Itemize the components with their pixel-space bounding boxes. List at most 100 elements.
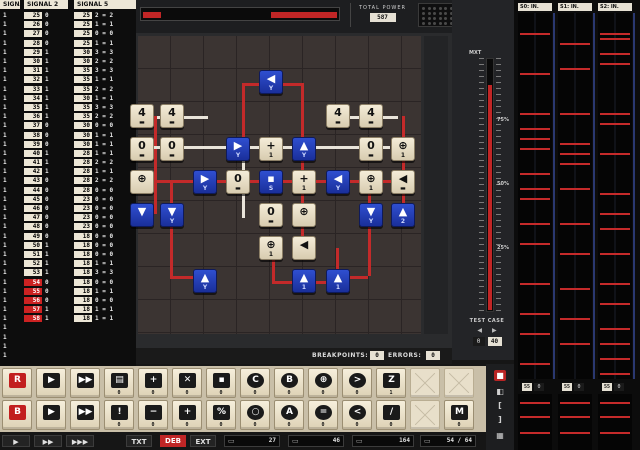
arrow-tile[interactable]: ▲ 1 <box>292 269 316 293</box>
palette-instruction[interactable]: +0 <box>138 368 168 398</box>
palette-instruction[interactable]: B <box>2 400 32 430</box>
arrow-tile[interactable]: ◀ Y <box>326 170 350 194</box>
stop-icon[interactable]: ■ <box>494 370 506 381</box>
bracket-icon[interactable]: [ <box>494 400 506 411</box>
palette-instruction[interactable]: ! 0 <box>104 400 134 430</box>
meter-fill-right <box>271 12 337 18</box>
palette-instruction[interactable]: M0 <box>444 400 474 430</box>
grid-icon[interactable]: ▦ <box>494 430 506 441</box>
instruction-tile[interactable]: ⊕ <box>130 170 154 194</box>
palette-instruction[interactable]: >0 <box>342 368 372 398</box>
signal-row: 1 <box>0 287 20 296</box>
instruction-tile[interactable]: ⊕ 1 <box>259 236 283 260</box>
signal-row: 28 0 = 0 <box>74 186 136 195</box>
palette-instruction[interactable]: ▶ <box>36 400 66 430</box>
arrow-tile[interactable]: ▲ Y <box>292 137 316 161</box>
signal-row: 23 0 = 0 <box>74 204 136 213</box>
arrow-tile[interactable]: ▼ Y <box>160 203 184 227</box>
tile-glyph: 0 <box>168 139 176 152</box>
scope-mark <box>560 288 590 290</box>
deb-button[interactable]: DEB <box>160 435 186 447</box>
instruction-tile[interactable]: ⊕ <box>292 203 316 227</box>
fastest-button[interactable]: ▶▶▶ <box>66 435 94 447</box>
tile-value: Y <box>202 185 208 192</box>
signal-input: 18 <box>74 232 92 240</box>
txt-button[interactable]: TXT <box>126 435 152 447</box>
ext-button[interactable]: EXT <box>190 435 216 447</box>
arrow-tile[interactable]: ▲ 1 <box>326 269 350 293</box>
palette-instruction[interactable]: <0 <box>342 400 372 430</box>
palette-instruction[interactable]: ⊕ 0 <box>308 368 338 398</box>
arrow-tile[interactable]: ▼ <box>130 203 154 227</box>
palette-instruction[interactable]: C0 <box>240 368 270 398</box>
circuit-board[interactable]: ◀ Y 4 ▬ 4 ▬ 4 ▬ 0 ▬ ▶ Y +1 ▲ Y 0 ▬ ⊕ 1 ⊕ ▶ Y 0 ▬ ▪ S +1 ◀ Y ⊕ 1 ◀ ▬ ▼ ▼ Y 0 ▬… <box>130 36 421 334</box>
play-button[interactable]: ▶ <box>2 435 30 447</box>
arrow-tile[interactable]: ▪ S <box>259 170 283 194</box>
scope-label: S1: IN. <box>558 3 592 11</box>
fast-forward-button[interactable]: ▶▶ <box>34 435 62 447</box>
palette-instruction[interactable]: −0 <box>138 400 168 430</box>
signal-row: 1 <box>0 20 20 29</box>
instruction-tile[interactable]: 4 ▬ <box>160 104 184 128</box>
palette-instruction[interactable]: Z1 <box>376 368 406 398</box>
palette-instruction[interactable]: R <box>2 368 32 398</box>
instruction-tile[interactable]: ◀ ▬ <box>391 170 415 194</box>
arrow-tile[interactable]: ▼ Y <box>359 203 383 227</box>
instruction-tile[interactable]: 0 ▬ <box>259 203 283 227</box>
signal-input: 43 <box>24 177 42 185</box>
arrow-tile[interactable]: ▲ 2 <box>391 203 415 227</box>
signal-input: 56 <box>24 296 42 304</box>
instruction-tile[interactable]: 0 ▬ <box>226 170 250 194</box>
signal-row: 28 1 = 1 <box>74 149 136 158</box>
next-test-icon[interactable]: ▶ <box>492 327 497 334</box>
arrow-tile[interactable]: ▶ Y <box>193 170 217 194</box>
arrow-tile[interactable]: ▶ Y <box>226 137 250 161</box>
palette-instruction[interactable]: /0 <box>376 400 406 430</box>
signal-row: 43 0 <box>24 176 68 185</box>
instruction-tile[interactable]: 4 ▬ <box>359 104 383 128</box>
breakpoints-value: 0 <box>370 351 384 360</box>
signal-output: 1 <box>3 315 7 323</box>
instruction-tile[interactable]: +1 <box>292 170 316 194</box>
palette-instruction[interactable]: A0 <box>274 400 304 430</box>
instruction-tile[interactable]: 0 ▬ <box>359 137 383 161</box>
palette-instruction[interactable]: +0 <box>172 400 202 430</box>
signal-output: 1 <box>45 113 49 121</box>
grille-hole <box>433 7 436 10</box>
arrow-tile[interactable]: ◀ Y <box>259 70 283 94</box>
arrow-tile[interactable]: ▲ Y <box>193 269 217 293</box>
tile-value: ▬ <box>139 152 145 159</box>
palette-instruction[interactable]: ▪ 0 <box>206 368 236 398</box>
bracket-close-icon[interactable]: ] <box>494 414 506 425</box>
grille-hole <box>427 12 431 15</box>
signal-input: 29 <box>24 48 42 56</box>
palette-instruction[interactable]: ▶ <box>36 368 66 398</box>
instruction-tile[interactable]: ⊕ 1 <box>359 170 383 194</box>
palette-instruction[interactable]: ▶▶ <box>70 400 100 430</box>
signal-output: 0 <box>45 140 49 148</box>
instruction-tile[interactable]: ◀ <box>292 236 316 260</box>
palette-instruction[interactable]: = 0 <box>308 400 338 430</box>
palette-instruction[interactable]: ✕ 0 <box>172 368 202 398</box>
test-case-selector[interactable]: TEST CASE ◀ ▶ 0 40 <box>464 318 510 354</box>
instruction-tile[interactable]: 0 ▬ <box>130 137 154 161</box>
palette-instruction[interactable]: ○ 0 <box>240 400 270 430</box>
prev-test-icon[interactable]: ◀ <box>477 327 482 334</box>
palette-instruction[interactable]: ▤ 0 <box>104 368 134 398</box>
cycles-field: ▭ 27 <box>224 435 280 447</box>
instruction-tile[interactable]: ⊕ 1 <box>391 137 415 161</box>
palette-instruction[interactable]: ▶▶ <box>70 368 100 398</box>
copy-icon[interactable]: ◧ <box>494 386 506 397</box>
instruction-tile[interactable]: 4 ▬ <box>130 104 154 128</box>
signal-input: 50 <box>24 241 42 249</box>
instruction-tile[interactable]: +1 <box>259 137 283 161</box>
grille-hole <box>438 22 442 25</box>
instruction-tile[interactable]: 4 ▬ <box>326 104 350 128</box>
instruction-tile[interactable]: 0 ▬ <box>160 137 184 161</box>
meter-track <box>486 58 494 312</box>
scope-mark <box>520 128 550 130</box>
palette-instruction[interactable]: B0 <box>274 368 304 398</box>
palette-instruction[interactable]: % 0 <box>206 400 236 430</box>
tile-value: 1 <box>368 185 374 192</box>
signal-output: 0 = 0 <box>95 232 114 240</box>
